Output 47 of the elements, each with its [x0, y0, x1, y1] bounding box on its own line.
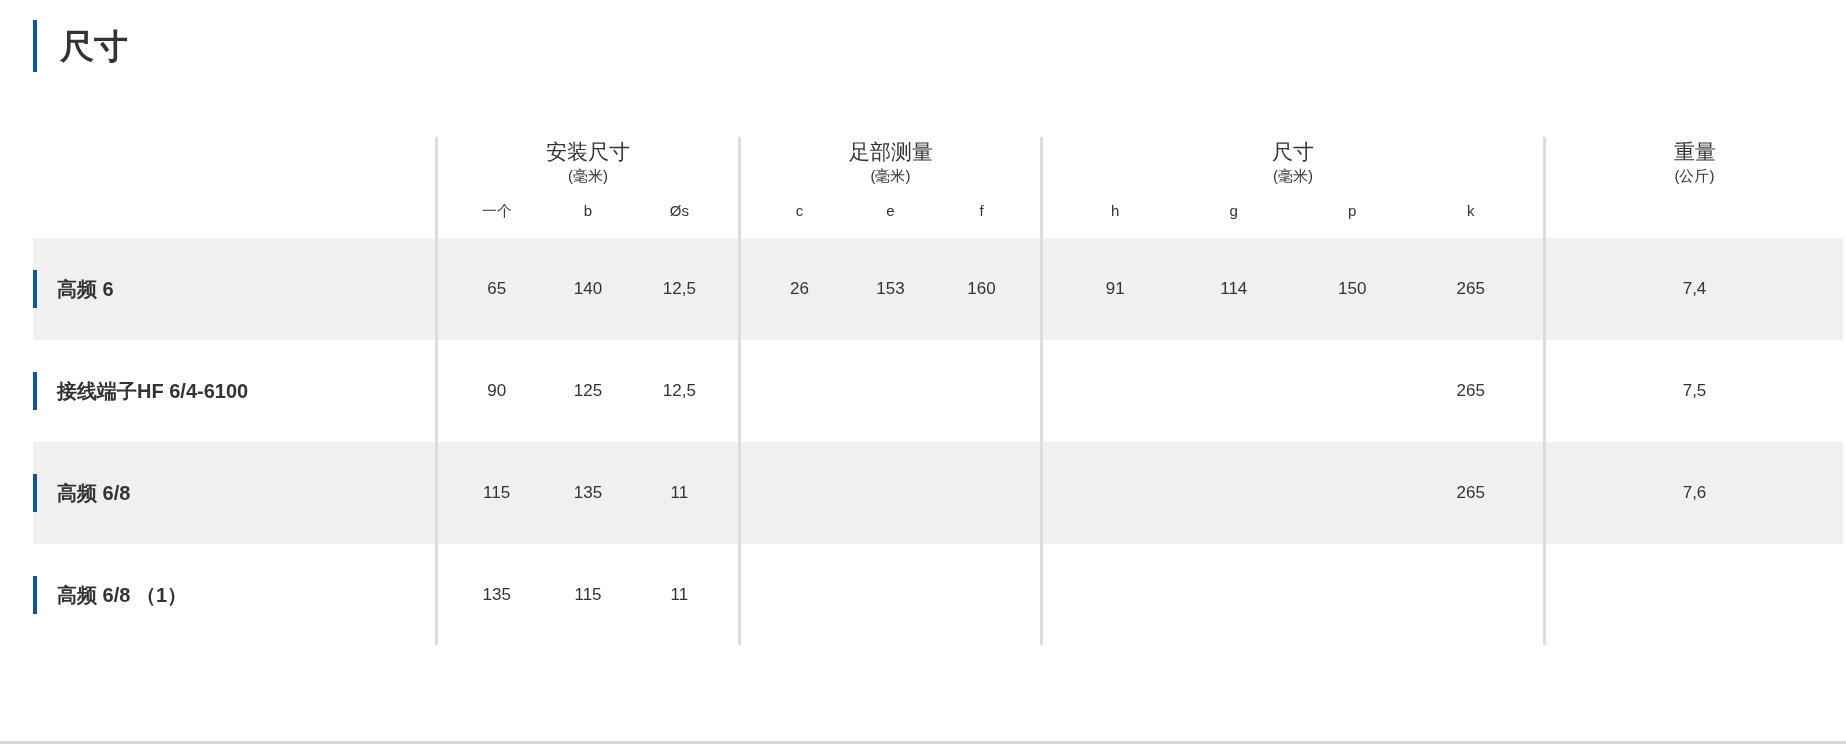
table-cell: 265: [1456, 482, 1485, 504]
table-cell: 135: [573, 482, 603, 504]
table-cell: 7,5: [1682, 380, 1707, 402]
unit-label: (毫米): [870, 167, 911, 185]
column-header: e: [885, 201, 896, 221]
table-cell: 65: [487, 278, 507, 300]
column-group-title: 重量: [1673, 139, 1716, 165]
table-cell: 140: [573, 278, 603, 300]
column-header: Øs: [668, 201, 690, 221]
unit-label: (公斤): [1674, 167, 1715, 185]
column-header: f: [978, 201, 985, 221]
row-label: 高频 6/8: [33, 474, 131, 512]
table-cell: 7,4: [1682, 278, 1707, 300]
column-group-title: 安装尺寸: [546, 139, 630, 165]
table-cell: 7,6: [1682, 482, 1707, 504]
column-header: b: [582, 201, 594, 221]
table-cell: 91: [1105, 278, 1125, 300]
table-cell: 12,5: [662, 380, 696, 402]
column-header: c: [794, 201, 805, 221]
section-title: 尺寸: [33, 20, 128, 72]
table-cell: 265: [1456, 380, 1485, 402]
column-header: h: [1110, 201, 1121, 221]
unit-label: (毫米): [568, 167, 608, 185]
row-label: 高频 6: [33, 270, 114, 308]
column-header: g: [1228, 201, 1239, 221]
table-cell: 12,5: [662, 278, 696, 300]
table-cell: 153: [876, 278, 905, 300]
table-cell: 90: [487, 380, 507, 402]
table-cell: 115: [574, 583, 602, 606]
table-cell: 135: [482, 583, 511, 606]
table-cell: 160: [967, 278, 996, 300]
table-cell: 265: [1456, 278, 1485, 300]
column-group-title: 足部测量: [848, 139, 933, 165]
column-header: k: [1466, 201, 1476, 221]
table-cell: 11: [670, 583, 689, 606]
unit-label: (毫米): [1273, 167, 1313, 185]
row-label: 接线端子HF 6/4-6100: [33, 372, 249, 410]
column-header: p: [1347, 201, 1358, 221]
column-group-title: 尺寸: [1272, 139, 1314, 165]
row-label: 高频 6/8 （1）: [33, 575, 188, 614]
table-cell: 26: [790, 278, 809, 300]
table-cell: 114: [1220, 278, 1248, 300]
column-header: 一个: [480, 201, 513, 221]
table-cell: 150: [1338, 278, 1367, 300]
table-cell: 11: [670, 482, 689, 504]
table-cell: 115: [483, 482, 511, 504]
table-cell: 125: [573, 380, 603, 402]
